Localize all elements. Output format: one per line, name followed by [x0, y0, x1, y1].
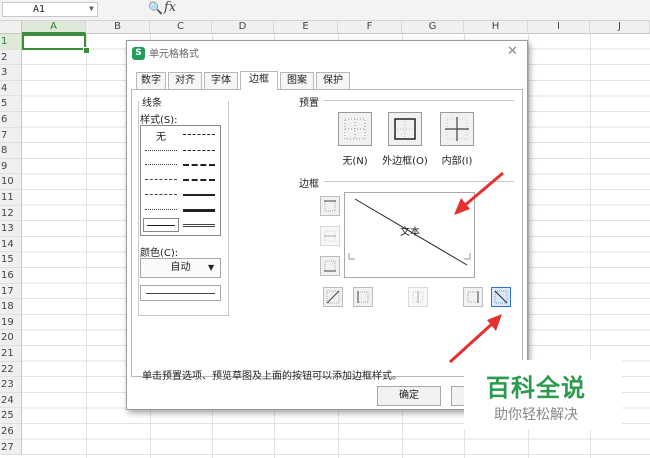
- watermark-subtitle: 助你轻松解决: [494, 407, 578, 423]
- arrow-head: [487, 314, 502, 331]
- arrow-head: [454, 198, 470, 215]
- tab-border[interactable]: 边框: [240, 71, 278, 90]
- arrow-line: [448, 321, 495, 364]
- arrow-line: [463, 171, 504, 208]
- watermark: 百科全说 助你轻松解决: [464, 360, 622, 430]
- watermark-title: 百科全说: [486, 374, 586, 402]
